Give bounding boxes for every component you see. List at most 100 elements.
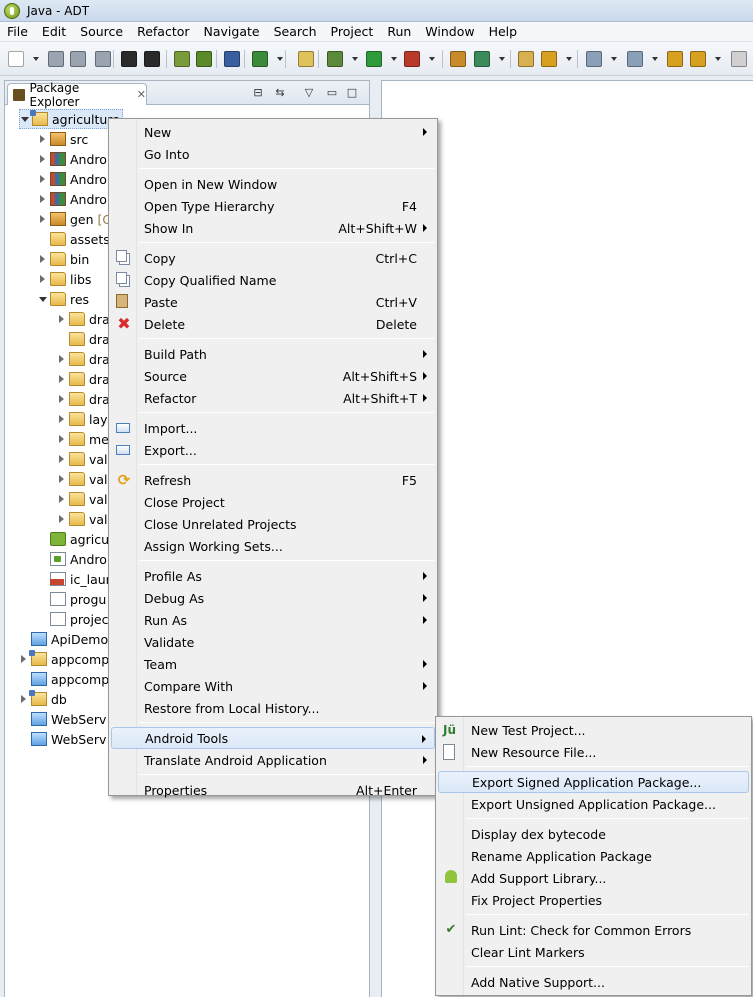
collapsed-arrow-icon[interactable] xyxy=(57,429,67,449)
back-icon[interactable] xyxy=(690,51,706,67)
expanded-arrow-icon[interactable] xyxy=(38,289,48,309)
tree-item[interactable]: dra xyxy=(57,389,110,409)
tree-item[interactable]: WebServ xyxy=(19,729,106,749)
build-icon[interactable] xyxy=(450,51,466,67)
search-icon[interactable] xyxy=(541,51,557,67)
menu-file[interactable]: File xyxy=(0,24,35,39)
tree-item[interactable]: dra xyxy=(57,309,110,329)
maximize-icon[interactable]: □ xyxy=(345,86,359,100)
tree-item[interactable]: val xyxy=(57,509,108,529)
chevron-down-icon[interactable] xyxy=(715,57,721,61)
tree-item[interactable]: val xyxy=(57,489,108,509)
chevron-down-icon[interactable] xyxy=(429,57,435,61)
close-icon[interactable]: ✕ xyxy=(137,88,146,101)
menu-item-profile-as[interactable]: Profile As xyxy=(111,565,435,587)
chevron-down-icon[interactable] xyxy=(391,57,397,61)
tree-item[interactable]: val xyxy=(57,469,108,489)
menu-item-clear-lint-markers[interactable]: Clear Lint Markers xyxy=(438,941,749,963)
menu-navigate[interactable]: Navigate xyxy=(197,24,267,39)
menu-item-assign-working-sets[interactable]: Assign Working Sets... xyxy=(111,535,435,557)
menu-item-android-tools[interactable]: Android Tools xyxy=(111,727,435,749)
collapsed-arrow-icon[interactable] xyxy=(19,649,29,669)
collapsed-arrow-icon[interactable] xyxy=(38,269,48,289)
collapse-all-icon[interactable]: ⊟ xyxy=(251,86,265,100)
new-android-project-icon[interactable] xyxy=(298,51,314,67)
collapsed-arrow-icon[interactable] xyxy=(38,149,48,169)
menu-search[interactable]: Search xyxy=(267,24,324,39)
run-icon[interactable] xyxy=(366,51,382,67)
menu-item-delete[interactable]: ✖ Delete Delete xyxy=(111,313,435,335)
tree-item[interactable]: appcomp xyxy=(19,649,109,669)
tree-item[interactable]: agricu xyxy=(38,529,109,549)
menu-item-properties[interactable]: Properties Alt+Enter xyxy=(111,779,435,801)
tree-item[interactable]: ic_laur xyxy=(38,569,111,589)
tree-item[interactable]: bin xyxy=(38,249,89,269)
menu-item-build-path[interactable]: Build Path xyxy=(111,343,435,365)
next-annotation-icon[interactable] xyxy=(586,51,602,67)
lint-icon[interactable] xyxy=(224,51,240,67)
sdk-manager-icon[interactable] xyxy=(174,51,190,67)
collapsed-arrow-icon[interactable] xyxy=(57,489,67,509)
menu-item-new[interactable]: New xyxy=(111,121,435,143)
menu-item-go-into[interactable]: Go Into xyxy=(111,143,435,165)
avd-manager-icon[interactable] xyxy=(196,51,212,67)
print-icon[interactable] xyxy=(95,51,111,67)
menu-item-source[interactable]: Source Alt+Shift+S xyxy=(111,365,435,387)
menu-item-export-unsigned-application-package[interactable]: Export Unsigned Application Package... xyxy=(438,793,749,815)
tree-item[interactable]: projec xyxy=(38,609,108,629)
collapsed-arrow-icon[interactable] xyxy=(19,689,29,709)
tree-item[interactable]: db xyxy=(19,689,67,709)
tree-item[interactable]: dra xyxy=(57,369,110,389)
tree-item[interactable]: src xyxy=(38,129,88,149)
upload-icon[interactable] xyxy=(121,51,137,67)
tree-item[interactable]: res xyxy=(38,289,89,309)
open-type-icon[interactable] xyxy=(518,51,534,67)
menu-item-rename-application-package[interactable]: Rename Application Package xyxy=(438,845,749,867)
forward-icon[interactable] xyxy=(731,51,747,67)
menu-item-debug-as[interactable]: Debug As xyxy=(111,587,435,609)
menu-item-close-unrelated-projects[interactable]: Close Unrelated Projects xyxy=(111,513,435,535)
menu-item-add-support-library[interactable]: Add Support Library... xyxy=(438,867,749,889)
collapsed-arrow-icon[interactable] xyxy=(57,469,67,489)
collapsed-arrow-icon[interactable] xyxy=(57,509,67,529)
view-menu-icon[interactable]: ▽ xyxy=(302,86,316,100)
collapsed-arrow-icon[interactable] xyxy=(57,349,67,369)
tree-item[interactable]: progu xyxy=(38,589,106,609)
tree-item[interactable]: Andro xyxy=(38,549,107,569)
menu-item-export[interactable]: Export... xyxy=(111,439,435,461)
menu-item-close-project[interactable]: Close Project xyxy=(111,491,435,513)
menu-source[interactable]: Source xyxy=(73,24,130,39)
menu-item-restore-from-local-history[interactable]: Restore from Local History... xyxy=(111,697,435,719)
new-icon[interactable] xyxy=(8,51,24,67)
download-icon[interactable] xyxy=(144,51,160,67)
collapsed-arrow-icon[interactable] xyxy=(38,189,48,209)
collapsed-arrow-icon[interactable] xyxy=(38,209,48,229)
menu-item-team[interactable]: Team xyxy=(111,653,435,675)
new-class-icon[interactable] xyxy=(474,51,490,67)
menu-item-fix-project-properties[interactable]: Fix Project Properties xyxy=(438,889,749,911)
prev-annotation-icon[interactable] xyxy=(627,51,643,67)
menu-item-compare-with[interactable]: Compare With xyxy=(111,675,435,697)
tree-item[interactable]: assets xyxy=(38,229,110,249)
tree-item[interactable]: libs xyxy=(38,269,91,289)
chevron-down-icon[interactable] xyxy=(499,57,505,61)
collapsed-arrow-icon[interactable] xyxy=(57,369,67,389)
tree-item[interactable]: gen [G xyxy=(38,209,112,229)
chevron-down-icon[interactable] xyxy=(652,57,658,61)
collapsed-arrow-icon[interactable] xyxy=(57,409,67,429)
menu-item-copy-qualified-name[interactable]: Copy Qualified Name xyxy=(111,269,435,291)
collapsed-arrow-icon[interactable] xyxy=(57,309,67,329)
chevron-down-icon[interactable] xyxy=(33,57,39,61)
collapsed-arrow-icon[interactable] xyxy=(38,169,48,189)
menu-item-open-in-new-window[interactable]: Open in New Window xyxy=(111,173,435,195)
tree-item[interactable]: dra xyxy=(57,349,110,369)
tree-item[interactable]: Andro xyxy=(38,189,107,209)
tree-item[interactable]: ApiDemo xyxy=(19,629,108,649)
menu-item-display-dex-bytecode[interactable]: Display dex bytecode xyxy=(438,823,749,845)
collapsed-arrow-icon[interactable] xyxy=(57,389,67,409)
expanded-arrow-icon[interactable] xyxy=(20,109,30,129)
link-with-editor-icon[interactable]: ⇆ xyxy=(273,86,287,100)
menu-item-paste[interactable]: Paste Ctrl+V xyxy=(111,291,435,313)
menu-item-open-type-hierarchy[interactable]: Open Type Hierarchy F4 xyxy=(111,195,435,217)
tab-package-explorer[interactable]: Package Explorer ✕ xyxy=(7,81,147,109)
